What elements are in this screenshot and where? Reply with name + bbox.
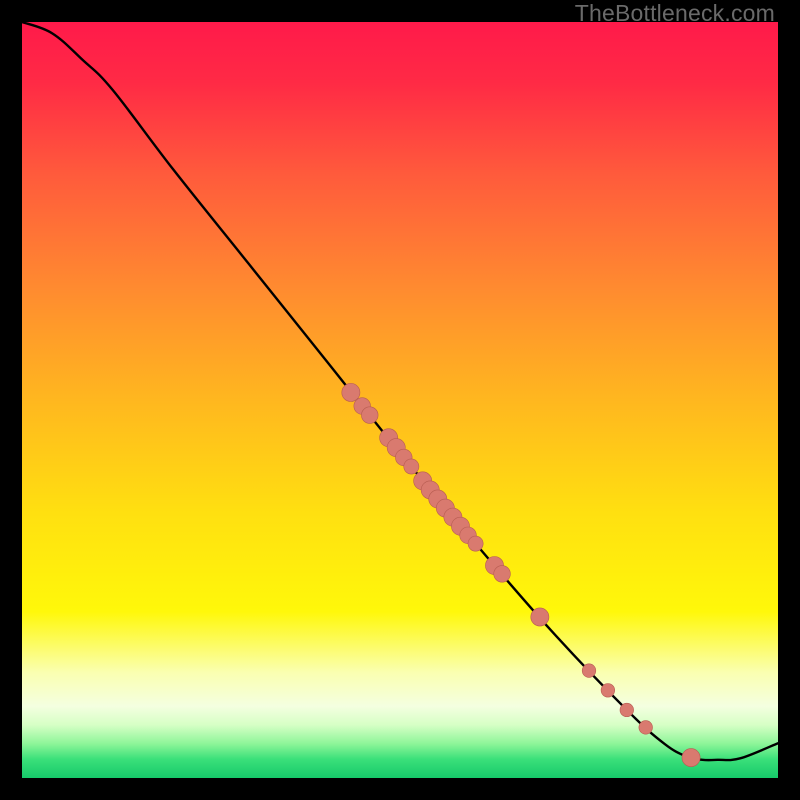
curve-marker	[361, 407, 378, 424]
curve-marker	[582, 664, 596, 678]
watermark-text: TheBottleneck.com	[575, 0, 775, 27]
curve-markers	[342, 383, 700, 766]
curve-marker	[468, 536, 483, 551]
curve-marker	[682, 749, 700, 767]
curve-marker	[620, 703, 634, 717]
curve-marker	[494, 566, 511, 583]
curve-marker	[639, 721, 653, 735]
bottleneck-curve	[22, 22, 778, 760]
curve-marker	[601, 684, 615, 698]
curve-marker	[531, 608, 549, 626]
curve-marker	[342, 383, 360, 401]
chart-curve-layer	[22, 22, 778, 778]
curve-marker	[404, 459, 419, 474]
chart-frame	[22, 22, 778, 778]
